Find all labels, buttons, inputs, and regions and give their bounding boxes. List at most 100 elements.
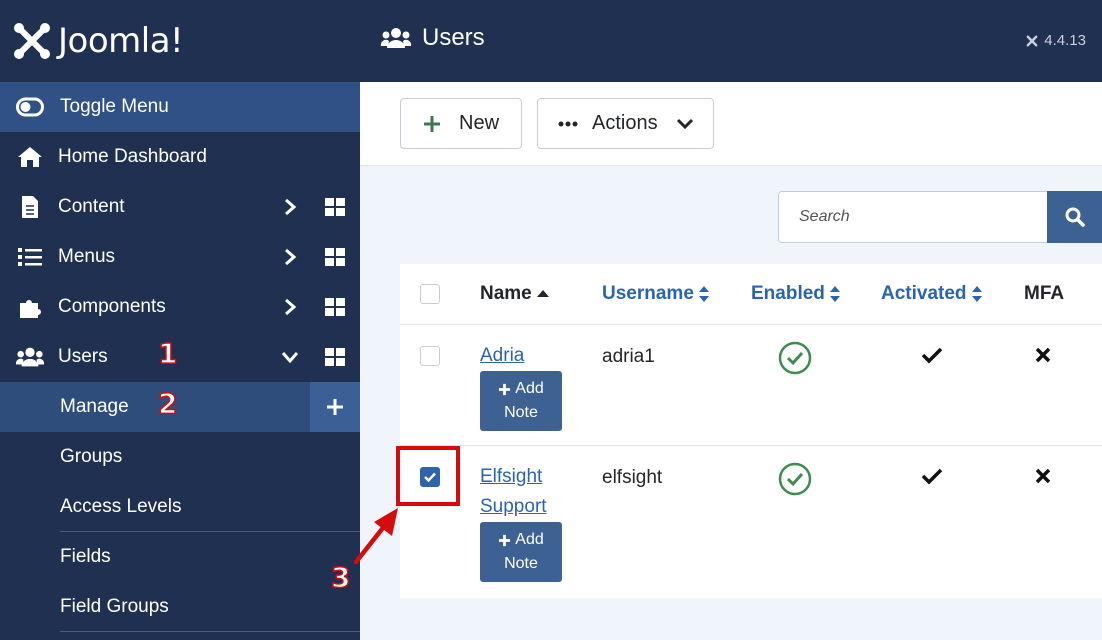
ellipsis-icon [558,121,578,126]
sort-icon [829,286,840,302]
add-note-note-label: Note [504,555,538,572]
column-enabled[interactable]: Enabled [751,283,841,305]
chevron-right-icon[interactable] [280,297,300,317]
dashboard-icon[interactable] [324,347,346,367]
search-button[interactable] [1047,191,1102,243]
column-mfa-label: MFA [1024,283,1065,304]
user-name-link[interactable]: Elfsight Support [480,462,570,522]
username-cell: elfsight [602,467,663,488]
search-input[interactable] [778,191,1048,243]
add-note-note-label: Note [504,404,538,421]
highlight-box [396,446,460,506]
joomla-logo: Joomla! [12,21,184,61]
sidebar-subitem-label: Groups [60,446,123,467]
user-name-line2: Support [480,496,547,517]
column-username-label: Username [602,283,694,304]
new-button[interactable]: New [400,98,522,149]
dashboard-icon[interactable] [324,197,346,217]
column-activated-label: Activated [881,283,967,304]
sidebar-subitem-label: Manage [60,396,129,417]
enabled-check-icon[interactable] [778,341,812,375]
sidebar-item-label: Menus [58,246,116,267]
sidebar-item-components[interactable]: Components [0,282,360,332]
search-icon [1065,207,1085,227]
brand-name: Joomla! [58,21,184,61]
column-enabled-label: Enabled [751,283,825,304]
sidebar-item-menus[interactable]: Menus [0,232,360,282]
table-row: Elfsight Support Add Note elfsight [400,446,1102,598]
actions-button-label: Actions [592,112,658,134]
sidebar-subitem-label: Fields [60,546,111,567]
header: Users 4.4.13 [360,0,1102,82]
sidebar: Joomla! Toggle Menu Home Dashboard Conte… [0,0,360,640]
sidebar-item-label: Content [58,196,125,217]
toggle-menu-label: Toggle Menu [60,96,169,117]
toggle-menu-button[interactable]: Toggle Menu [0,82,360,132]
sidebar-subitem-fields[interactable]: Fields [0,532,360,582]
column-mfa: MFA [1024,283,1064,305]
toggle-icon [16,97,44,117]
annotation-number-1: 1 [157,336,178,371]
joomla-icon [1026,35,1038,46]
sidebar-item-label: Components [58,296,166,317]
chevron-right-icon[interactable] [280,247,300,267]
plus-icon [424,115,440,132]
activated-check-icon [921,468,943,485]
user-name-link[interactable]: Adria [480,341,570,371]
column-activated[interactable]: Activated [881,283,983,305]
dashboard-icon[interactable] [324,297,346,317]
toolbar: New Actions [360,82,1102,166]
chevron-down-icon[interactable] [280,347,300,367]
activated-check-icon [921,347,943,364]
add-note-add-label: Add [515,380,544,397]
plus-icon [499,534,511,546]
add-user-button[interactable] [310,382,360,432]
add-note-button[interactable]: Add Note [480,371,562,431]
add-note-button[interactable]: Add Note [480,522,562,582]
row-checkbox[interactable] [420,346,440,366]
mfa-cross-icon [1035,468,1051,484]
plus-icon [327,399,343,415]
sidebar-subitem-label: Access Levels [60,496,182,517]
version-text: 4.4.13 [1044,32,1086,49]
brand[interactable]: Joomla! [0,0,360,82]
sidebar-item-content[interactable]: Content [0,182,360,232]
annotation-number-2: 2 [157,386,178,421]
sidebar-subitem-label: Field Groups [60,596,169,617]
sort-icon [698,286,709,302]
users-table: Name Username Enabled Activated MFA Adri… [400,264,1102,598]
actions-dropdown[interactable]: Actions [537,98,714,149]
add-note-add-label: Add [515,531,544,548]
enabled-check-icon[interactable] [778,462,812,496]
page-title: Users [380,24,485,52]
sidebar-subitem-access-levels[interactable]: Access Levels [0,482,360,532]
sidebar-subitem-groups[interactable]: Groups [0,432,360,482]
sort-icon [971,286,982,302]
users-icon [380,28,412,48]
list-icon [16,245,44,269]
column-username[interactable]: Username [602,283,710,305]
table-header: Name Username Enabled Activated MFA [400,264,1102,325]
chevron-right-icon[interactable] [280,197,300,217]
home-icon [16,145,44,169]
sidebar-subitem-field-groups[interactable]: Field Groups [0,582,360,632]
users-icon [16,345,44,369]
sidebar-item-users[interactable]: Users [0,332,360,382]
sidebar-item-label: Users [58,346,108,367]
annotation-number-3: 3 [330,560,351,595]
file-icon [16,195,44,219]
joomla-icon [14,23,50,59]
sidebar-subitem-manage[interactable]: Manage [0,382,360,432]
dashboard-icon[interactable] [324,247,346,267]
sidebar-item-home[interactable]: Home Dashboard [0,132,360,182]
new-button-label: New [459,112,500,134]
page-title-text: Users [422,24,485,51]
sidebar-item-label: Home Dashboard [58,146,207,167]
column-name[interactable]: Name [480,283,550,305]
select-all-checkbox[interactable] [420,284,440,304]
divider [60,631,360,632]
table-row: Adria Add Note adria1 [400,325,1102,446]
username-cell: adria1 [602,346,655,367]
puzzle-icon [16,295,44,319]
annotation-arrow-icon [353,508,398,565]
